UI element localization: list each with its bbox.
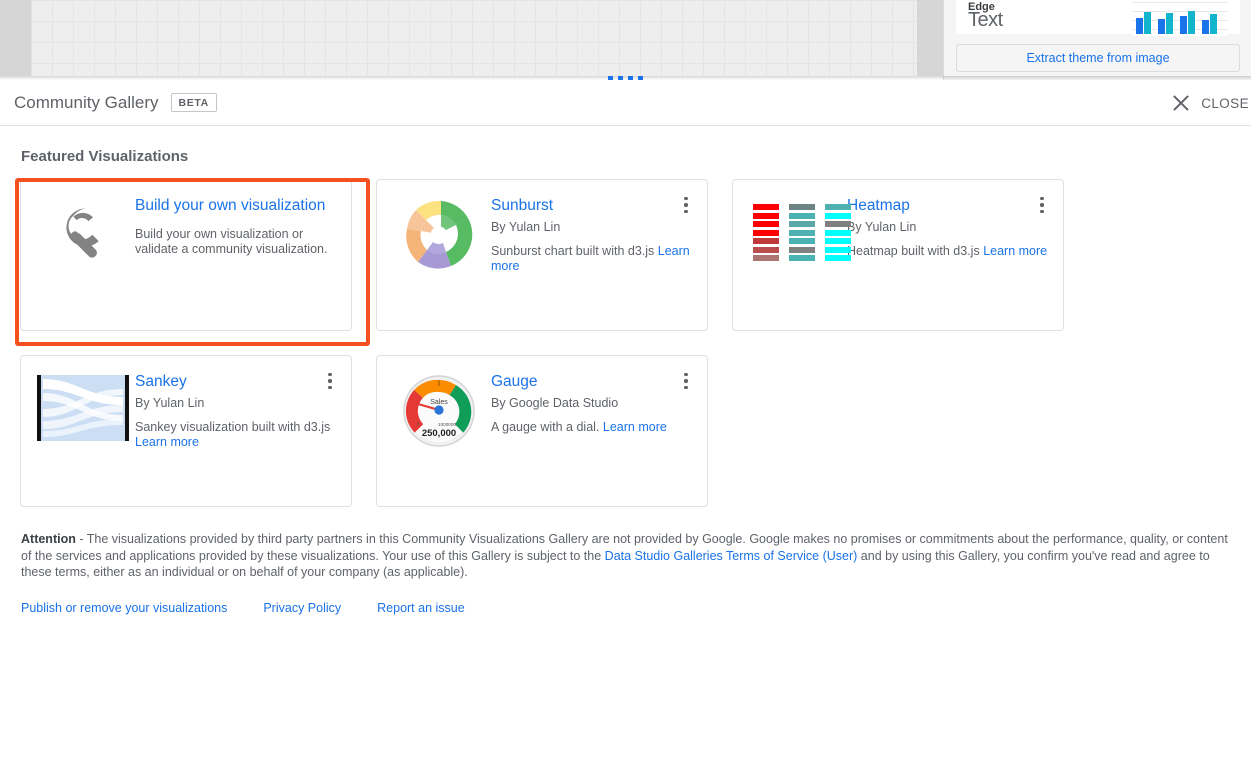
gauge-metric-label: Sales [430,399,448,406]
publish-or-remove-link[interactable]: Publish or remove your visualizations [21,601,227,615]
card-text: Gauge By Google Data Studio A gauge with… [485,372,695,506]
page-title: Community Gallery [14,93,159,113]
card-menu-button[interactable] [675,370,697,392]
card-menu-button[interactable] [675,194,697,216]
gauge-value-label: 250,000 [422,428,456,439]
sankey-thumbnail [37,374,129,448]
close-button-label: CLOSE [1201,96,1249,111]
card-description: Sunburst chart built with d3.js Learn mo… [491,244,695,274]
attention-lead: Attention [21,532,76,546]
card-title[interactable]: Build your own visualization [135,196,339,215]
close-icon [1171,93,1191,113]
card-text: Sunburst By Yulan Lin Sunburst chart bui… [485,196,695,330]
heatmap-column [753,204,779,261]
card-description-text: Sunburst chart built with d3.js [491,244,654,258]
heatmap-thumbnail [749,198,841,272]
section-title: Featured Visualizations [21,148,1231,165]
card-description: Sankey visualization built with d3.js Le… [135,420,339,450]
heatmap-thumbnail-grid [753,204,851,261]
card-sunburst[interactable]: Sunburst By Yulan Lin Sunburst chart bui… [376,179,708,331]
text-label-text: Text [968,14,1066,27]
learn-more-link[interactable]: Learn more [603,420,667,434]
card-description: Build your own visualization or validate… [135,227,339,257]
card-title[interactable]: Heatmap [847,196,1051,215]
card-text: Build your own visualization Build your … [129,196,339,330]
learn-more-link[interactable]: Learn more [135,435,199,449]
heatmap-column [789,204,815,261]
sunburst-thumbnail [393,198,485,272]
terms-of-service-link[interactable]: Data Studio Galleries Terms of Service (… [605,549,858,563]
wrench-icon [37,198,129,272]
sunburst-thumbnail-svg [401,198,477,272]
card-title[interactable]: Sankey [135,372,339,391]
beta-badge: BETA [171,93,217,112]
card-author: By Yulan Lin [135,396,339,410]
edge-property-label: Edge Text [956,0,1066,27]
theme-property-row: Edge Text [956,0,1240,34]
card-sankey[interactable]: Sankey By Yulan Lin Sankey visualization… [20,355,352,507]
report-canvas-grid[interactable] [31,0,917,76]
community-gallery-panel: Community Gallery BETA CLOSE Featured Vi… [0,80,1251,776]
card-description-text: A gauge with a dial. [491,420,599,434]
privacy-policy-link[interactable]: Privacy Policy [263,601,341,615]
card-menu-button[interactable] [1031,194,1053,216]
wrench-icon-svg [49,206,111,264]
card-author: By Google Data Studio [491,396,695,410]
gauge-min-label: 0 [417,422,420,427]
sankey-thumbnail-svg [37,375,129,441]
extract-theme-from-image-button[interactable]: Extract theme from image [956,44,1240,72]
theme-preview-bar-chart [1132,2,1228,36]
theme-properties-panel: Edge Text Extract theme from image [943,0,1251,80]
card-text: Sankey By Yulan Lin Sankey visualization… [129,372,339,506]
card-author: By Yulan Lin [491,220,695,234]
gauge-max-label: 1000000 [438,422,456,427]
editor-canvas-margin [917,0,943,76]
card-gauge[interactable]: Sales 0 1000000 250,000 Gauge By Google … [376,355,708,507]
editor-left-rail [0,0,31,76]
card-title[interactable]: Sunburst [491,196,695,215]
gauge-thumbnail: Sales 0 1000000 250,000 [393,374,485,448]
gauge-thumbnail-svg: Sales 0 1000000 250,000 [401,374,477,448]
footer-links: Publish or remove your visualizations Pr… [21,601,1230,615]
card-description-text: Heatmap built with d3.js [847,244,980,258]
card-description: Heatmap built with d3.js Learn more [847,244,1051,259]
heatmap-column [825,204,851,261]
extract-theme-label: Extract theme from image [1026,51,1169,65]
card-heatmap[interactable]: Heatmap By Yulan Lin Heatmap built with … [732,179,1064,331]
card-title[interactable]: Gauge [491,372,695,391]
card-text: Heatmap By Yulan Lin Heatmap built with … [841,196,1051,330]
gallery-header: Community Gallery BETA CLOSE [0,80,1251,126]
report-an-issue-link[interactable]: Report an issue [377,601,465,615]
card-description: A gauge with a dial. Learn more [491,420,695,435]
card-menu-button[interactable] [319,370,341,392]
background-editor: Edge Text Extract theme from image [0,0,1251,80]
learn-more-link[interactable]: Learn more [983,244,1047,258]
card-row: Sankey By Yulan Lin Sankey visualization… [20,355,1231,507]
card-build-your-own[interactable]: Build your own visualization Build your … [20,179,352,331]
attention-notice: Attention - The visualizations provided … [21,531,1230,581]
close-button[interactable]: CLOSE [1171,80,1251,126]
gallery-body: Featured Visualizations Build your ow [0,126,1251,615]
card-author: By Yulan Lin [847,220,1051,234]
card-row: Build your own visualization Build your … [20,179,1231,331]
card-description-text: Sankey visualization built with d3.js [135,420,330,434]
